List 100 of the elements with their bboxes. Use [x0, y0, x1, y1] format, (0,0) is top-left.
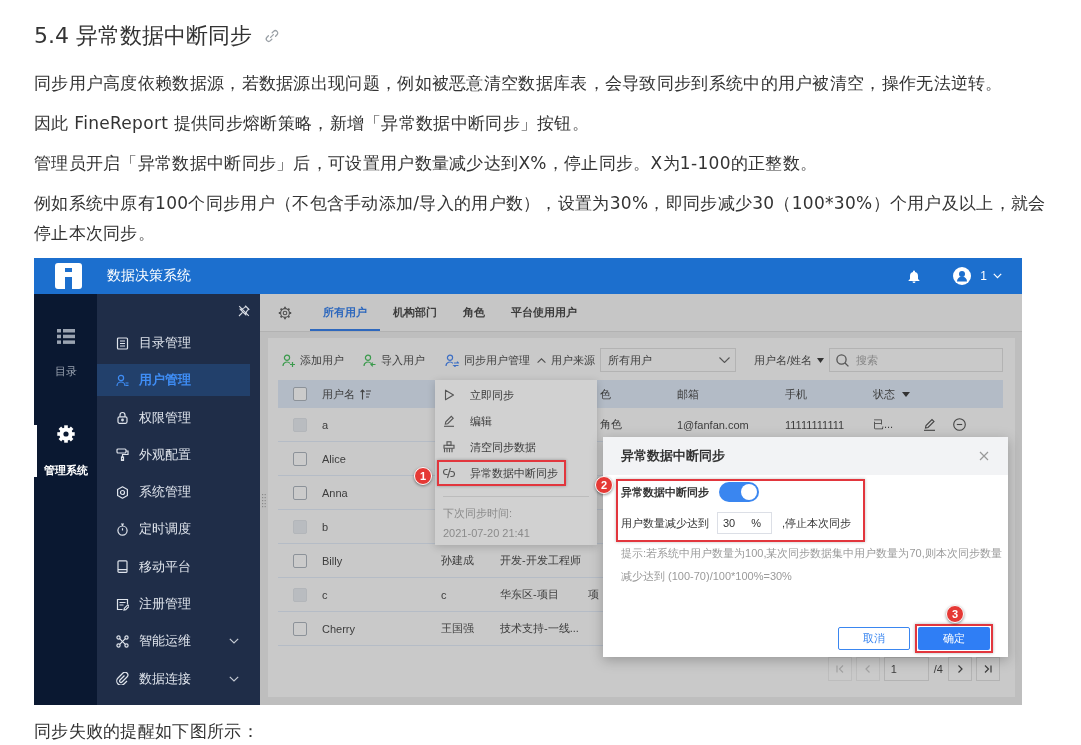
chevron-down-icon — [719, 357, 730, 363]
network-icon — [116, 634, 129, 648]
caret-down-icon[interactable] — [902, 391, 910, 397]
table-cell: c — [322, 588, 328, 601]
confirm-button[interactable]: 确定 — [918, 627, 990, 650]
table-cell: 华东区-项目 — [500, 587, 559, 602]
menu-item[interactable]: 定时调度 — [97, 513, 250, 546]
menu-item[interactable]: 权限管理 — [97, 401, 250, 434]
body-paragraph: 管理员开启「异常数据中断同步」后，可设置用户数量减少达到X%，停止同步。X为1-100的正整数。 — [34, 152, 819, 175]
menu-item[interactable]: 立即同步 — [435, 382, 597, 408]
toolbar-button[interactable]: 导入用户 — [363, 352, 425, 368]
menu-item[interactable]: 目录管理 — [97, 327, 250, 359]
user-arrow-icon — [363, 353, 376, 367]
menu-item[interactable]: 系统管理 — [97, 476, 250, 509]
table-cell: 1@fanfan.com — [677, 418, 749, 431]
menu-item[interactable]: 智能运维 — [97, 625, 250, 658]
table-cell: c — [441, 588, 447, 601]
table-cell: 已... — [873, 417, 894, 432]
search-type-dropdown[interactable]: 用户名/姓名 — [754, 352, 825, 368]
lock-icon — [116, 411, 129, 425]
toolbar-button[interactable]: 同步用户管理 — [445, 352, 530, 368]
table-cell: a — [322, 418, 329, 431]
stopwatch-icon — [116, 523, 129, 536]
list-icon — [56, 329, 75, 344]
tab[interactable]: 机构部门 — [380, 294, 450, 331]
last-page-icon — [983, 664, 993, 674]
table-cell: Anna — [322, 486, 348, 499]
column-header: 色 — [600, 386, 611, 402]
row-checkbox[interactable] — [293, 553, 307, 568]
tab[interactable]: 角色 — [450, 294, 498, 331]
source-select[interactable]: 所有用户 — [600, 348, 736, 372]
row-checkbox[interactable] — [293, 621, 307, 636]
bell-icon[interactable] — [908, 269, 921, 283]
sort-icon[interactable] — [360, 388, 371, 400]
page-input[interactable]: 1 — [883, 657, 929, 681]
rail-item[interactable]: 目录 — [34, 329, 97, 378]
table-cell: 孙建成 — [441, 553, 474, 568]
user-sync-icon — [445, 353, 459, 367]
document-icon — [116, 336, 129, 350]
next-sync-time: 2021-07-20 21:41 — [442, 526, 531, 541]
menu-item[interactable]: 移动平台 — [97, 550, 250, 583]
pin-icon[interactable] — [238, 305, 250, 317]
pencil-icon — [443, 415, 455, 427]
column-header: 用户名 — [322, 386, 355, 402]
table-cell: b — [322, 520, 329, 533]
table-cell: Cherry — [322, 622, 355, 635]
section-heading: 5.4 异常数据中断同步 — [34, 22, 252, 50]
tab[interactable]: 平台使用用户 — [498, 294, 590, 331]
pagination-button[interactable] — [948, 657, 972, 681]
column-header: 邮箱 — [677, 386, 699, 402]
toggle-switch[interactable] — [719, 482, 759, 502]
app-title: 数据决策系统 — [107, 267, 191, 285]
close-icon[interactable] — [979, 451, 989, 461]
menu-item[interactable]: 注册管理 — [97, 588, 250, 621]
user-icon — [116, 373, 129, 387]
dialog-title: 异常数据中断同步 — [621, 447, 725, 465]
table-cell: Alice — [322, 452, 346, 465]
percent-input[interactable]: 30 % — [717, 512, 772, 534]
chevron-down-icon — [229, 675, 239, 682]
chevron-down-icon — [229, 638, 239, 645]
first-page-icon — [834, 664, 845, 674]
menu-item[interactable]: 外观配置 — [97, 438, 250, 471]
body-paragraph: 例如系统中原有100个同步用户（不包含手动添加/导入的用户数），设置为30%，即同步减少30（100*30%）个用户及以上，就会停止本次同步。 — [34, 192, 1047, 245]
brush-icon — [443, 441, 455, 453]
toolbar-button[interactable]: 添加用户 — [282, 352, 344, 368]
menu-item[interactable]: 编辑 — [435, 408, 597, 434]
user-menu-button[interactable]: 1 — [953, 267, 1002, 285]
row-checkbox[interactable] — [293, 485, 307, 500]
callout-badge: 3 — [946, 605, 964, 623]
drag-handle-icon[interactable] — [262, 494, 266, 508]
minus-circle-icon[interactable] — [953, 418, 966, 431]
link-icon[interactable] — [265, 29, 279, 43]
pencil-icon[interactable] — [923, 418, 936, 431]
settings-icon — [116, 485, 129, 499]
row-checkbox[interactable] — [293, 451, 307, 466]
body-paragraph: 同步用户高度依赖数据源，若数据源出现问题，例如被恶意清空数据库表，会导致同步到系统中的用户被清空，操作无法逆转。 — [34, 72, 1004, 95]
menu-item[interactable]: 数据连接 — [97, 662, 250, 695]
filter-toggle[interactable]: 用户来源 — [537, 352, 595, 368]
paperclip-icon — [116, 672, 129, 686]
tablet-icon — [116, 560, 129, 574]
chevron-down-icon — [993, 273, 1002, 279]
setting-label: 用户数量减少达到 — [621, 515, 709, 531]
menu-item[interactable]: 清空同步数据 — [435, 434, 597, 460]
table-cell: 项 — [588, 587, 599, 602]
app-logo — [55, 263, 82, 289]
column-header: 手机 — [785, 386, 807, 402]
hint-text: 提示:若系统中用户数量为100,某次同步数据集中用户数量为70,则本次同步数量减少达到 (100-70)/100*100%=30% — [621, 546, 1003, 584]
table-cell: Billy — [322, 554, 343, 567]
table-cell: 11111111111 — [785, 418, 845, 431]
user-plus-icon — [282, 353, 295, 367]
pagination-button[interactable] — [976, 657, 1000, 681]
search-icon — [836, 353, 850, 367]
settings-icon[interactable] — [278, 305, 292, 320]
avatar-icon — [953, 267, 972, 285]
cancel-button[interactable]: 取消 — [838, 627, 910, 650]
setting-label: 异常数据中断同步 — [621, 484, 709, 500]
select-all-checkbox[interactable] — [293, 387, 307, 401]
table-cell: 角色 — [600, 417, 622, 432]
setting-suffix: ,停止本次同步 — [782, 515, 852, 531]
broken-link-icon — [443, 467, 455, 479]
